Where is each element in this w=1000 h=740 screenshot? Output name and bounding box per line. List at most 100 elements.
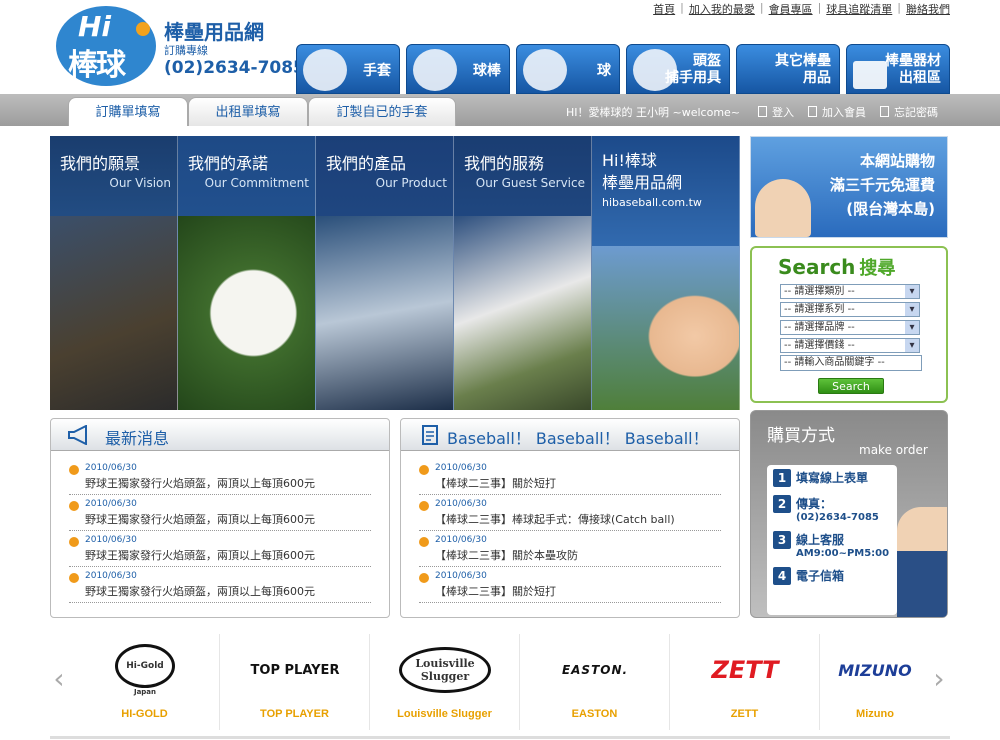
higold-logo-text: Hi-Gold: [115, 644, 175, 688]
carousel-prev-icon[interactable]: ‹: [50, 664, 68, 694]
series-select[interactable]: -- 請選擇系列 --: [780, 302, 920, 317]
article-text: 【棒球二三事】棒球起手式：傳接球(Catch ball): [435, 513, 675, 526]
brand-louisville[interactable]: Louisville Slugger Louisville Slugger: [370, 634, 520, 730]
price-select[interactable]: -- 請選擇價錢 --: [780, 338, 920, 353]
hero-banner: 我們的願景 Our Vision 我們的承諾 Our Commitment 我們…: [50, 136, 740, 410]
nav-helmets[interactable]: 頭盔 捕手用具: [626, 44, 730, 94]
step-online-form[interactable]: 1 填寫線上表單: [773, 469, 891, 487]
news-text: 野球王獨家發行火焰頭盔，兩頂以上每頂600元: [85, 585, 315, 598]
forgot-password-label: 忘記密碼: [894, 106, 938, 119]
article-item[interactable]: 2010/06/30 【棒球二三事】關於短打: [419, 567, 721, 603]
article-date: 2010/06/30: [435, 571, 487, 581]
news-date: 2010/06/30: [85, 499, 137, 509]
tab-order-form[interactable]: 訂購單填寫: [68, 97, 188, 126]
banner-commitment-photo: [178, 216, 315, 410]
user-icon: [808, 106, 817, 117]
banner-hibaseball[interactable]: Hi!棒球 棒壘用品網 hibaseball.com.tw: [592, 136, 740, 410]
article-text: 【棒球二三事】關於本壘攻防: [435, 549, 578, 562]
news-item[interactable]: 2010/06/30 野球王獨家發行火焰頭盔，兩頂以上每頂600元: [69, 495, 371, 531]
top-link-contact[interactable]: 聯絡我們: [906, 1, 950, 17]
forgot-password-link[interactable]: 忘記密碼: [880, 104, 938, 120]
scoreboard-icon: [853, 61, 887, 89]
banner-commitment-title: 我們的承諾: [188, 154, 269, 173]
step-number: 4: [773, 567, 791, 585]
register-link[interactable]: 加入會員: [808, 104, 866, 120]
step-online-service[interactable]: 3 線上客服 AM9:00~PM5:00: [773, 531, 891, 559]
article-date: 2010/06/30: [435, 535, 487, 545]
brand-topplayer[interactable]: TOP PLAYER TOP PLAYER: [220, 634, 370, 730]
service-hours: AM9:00~PM5:00: [796, 548, 890, 559]
nav-other[interactable]: 其它棒壘 用品: [736, 44, 840, 94]
banner-commitment[interactable]: 我們的承諾 Our Commitment: [178, 136, 316, 410]
banner-vision[interactable]: 我們的願景 Our Vision: [50, 136, 178, 410]
mizuno-logo: MIZUNO: [838, 660, 912, 680]
how-to-buy-steps: 1 填寫線上表單 2 傳真： (02)2634-7085 3 線上客服 AM9:00~PM…: [767, 465, 897, 615]
brand-mizuno[interactable]: MIZUNO Mizuno: [820, 634, 930, 730]
step-number: 1: [773, 469, 791, 487]
brand-select[interactable]: -- 請選擇品牌 --: [780, 320, 920, 335]
news-item[interactable]: 2010/06/30 野球王獨家發行火焰頭盔，兩頂以上每頂600元: [69, 459, 371, 495]
carousel-next-icon[interactable]: ›: [930, 664, 948, 694]
bullet-icon: [69, 465, 79, 475]
step-fax: 2 傳真： (02)2634-7085: [773, 495, 891, 523]
article-date: 2010/06/30: [435, 463, 487, 473]
ball-player-icon: [523, 49, 567, 91]
nav-other-label: 其它棒壘 用品: [775, 53, 831, 86]
user-links: 登入 加入會員 忘記密碼: [758, 104, 938, 120]
brand-higold[interactable]: Hi-Gold Japan HI-GOLD: [70, 634, 220, 730]
logo-hi-text: Hi: [78, 10, 112, 43]
search-panel: Search搜尋 -- 請選擇類別 -- -- 請選擇系列 -- -- 請選擇品…: [750, 246, 948, 403]
brand-carousel: ‹ Hi-Gold Japan HI-GOLD TOP PLAYER TOP PL…: [50, 634, 950, 734]
search-button[interactable]: Search: [818, 378, 884, 394]
top-link-tracking[interactable]: 球具追蹤清單: [826, 1, 892, 17]
promo-kid-photo: [755, 179, 811, 237]
top-link-member[interactable]: 會員專區: [769, 1, 813, 17]
brand-name-label: HI-GOLD: [121, 708, 168, 720]
bullet-icon: [419, 537, 429, 547]
nav-bats[interactable]: 球棒: [406, 44, 510, 94]
news-item[interactable]: 2010/06/30 野球王獨家發行火焰頭盔，兩頂以上每頂600元: [69, 531, 371, 567]
banner-service[interactable]: 我們的服務 Our Guest Service: [454, 136, 592, 410]
bullet-icon: [69, 573, 79, 583]
nav-rental[interactable]: 棒壘器材 出租區: [846, 44, 950, 94]
brand-easton[interactable]: EASTON. EASTON: [520, 634, 670, 730]
login-link[interactable]: 登入: [758, 104, 794, 120]
brand-zett[interactable]: ZETT ZETT: [670, 634, 820, 730]
brand-name-label: Mizuno: [856, 708, 894, 720]
banner-product[interactable]: 我們的產品 Our Product: [316, 136, 454, 410]
banner-kid-photo: [592, 246, 739, 410]
article-item[interactable]: 2010/06/30 【棒球二三事】棒球起手式：傳接球(Catch ball): [419, 495, 721, 531]
article-text: 【棒球二三事】關於短打: [435, 477, 556, 490]
top-link-home[interactable]: 首頁: [653, 1, 675, 17]
nav-balls[interactable]: 球: [516, 44, 620, 94]
tab-custom-glove[interactable]: 訂製自已的手套: [308, 97, 456, 126]
article-item[interactable]: 2010/06/30 【棒球二三事】關於本壘攻防: [419, 531, 721, 567]
baseball-articles-box: Baseball！ Baseball！ Baseball！ 2010/06/30…: [400, 418, 740, 618]
login-label: 登入: [772, 106, 794, 119]
document-icon: [422, 425, 438, 445]
banner-vision-title: 我們的願景: [60, 154, 141, 173]
banner-service-subtitle: Our Guest Service: [475, 176, 585, 190]
brand-name-label: EASTON: [571, 708, 618, 720]
louisville-logo: Louisville Slugger: [390, 640, 500, 700]
category-select[interactable]: -- 請選擇類別 --: [780, 284, 920, 299]
brand-name: 棒壘用品網: [164, 20, 264, 44]
step-email[interactable]: 4 電子信箱: [773, 567, 891, 585]
keyword-input[interactable]: -- 請輸入商品關鍵字 --: [780, 355, 922, 371]
tab-rental-form[interactable]: 出租單填寫: [188, 97, 308, 126]
topplayer-logo: TOP PLAYER: [250, 662, 340, 678]
glove-icon: [303, 49, 347, 91]
step-label: 電子信箱: [796, 569, 845, 583]
logo-bang-text: 棒球: [68, 48, 126, 83]
nav-gloves[interactable]: 手套: [296, 44, 400, 94]
news-date: 2010/06/30: [85, 535, 137, 545]
site-logo[interactable]: Hi 棒球: [56, 6, 156, 86]
free-shipping-promo[interactable]: 本網站購物 滿三千元免運費 (限台灣本島): [750, 136, 948, 238]
search-title-en: Search: [778, 255, 856, 279]
nav-gloves-label: 手套: [363, 63, 391, 79]
step-label: 傳真：: [796, 497, 833, 511]
article-item[interactable]: 2010/06/30 【棒球二三事】關於短打: [419, 459, 721, 495]
batter-icon: [413, 49, 457, 91]
news-item[interactable]: 2010/06/30 野球王獨家發行火焰頭盔，兩頂以上每頂600元: [69, 567, 371, 603]
top-link-favorite[interactable]: 加入我的最愛: [689, 1, 755, 17]
